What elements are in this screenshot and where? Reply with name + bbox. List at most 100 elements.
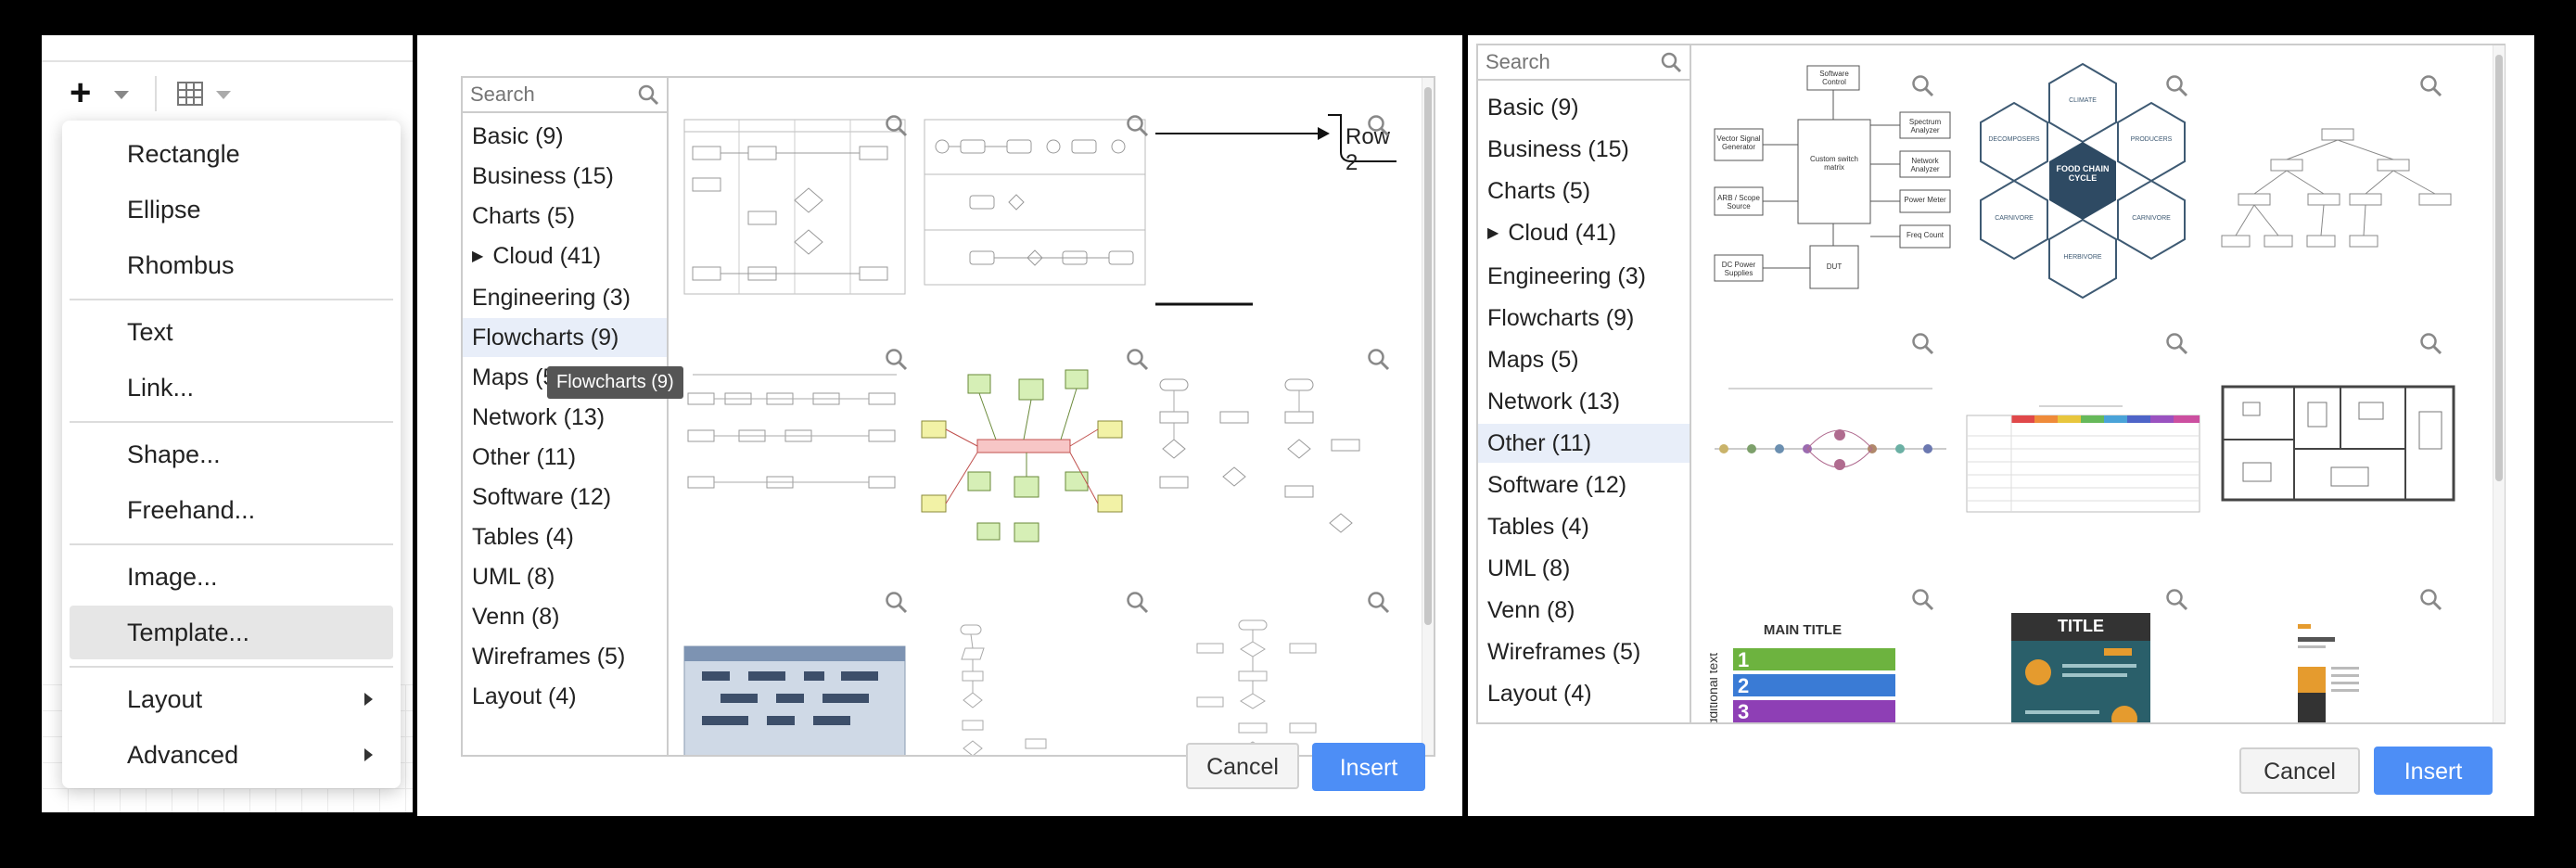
scrollbar[interactable] xyxy=(2493,45,2505,722)
zoom-icon[interactable] xyxy=(1125,347,1149,371)
menu-item-rectangle[interactable]: Rectangle xyxy=(70,127,393,181)
search-icon[interactable] xyxy=(1660,51,1682,73)
zoom-icon[interactable] xyxy=(1910,73,1934,97)
template-thumbnail[interactable] xyxy=(1183,616,1341,755)
search-input[interactable] xyxy=(463,78,635,111)
scrollbar-thumb[interactable] xyxy=(1424,87,1432,625)
search-input[interactable] xyxy=(1478,45,1657,79)
category-engineering[interactable]: Engineering (3) xyxy=(463,278,667,317)
table-icon[interactable] xyxy=(177,82,203,106)
template-thumbnail[interactable] xyxy=(683,365,906,504)
category-flowcharts[interactable]: Flowcharts (9) xyxy=(463,318,667,357)
category-other[interactable]: Other (11) xyxy=(1478,424,1690,463)
category-basic[interactable]: Basic (9) xyxy=(463,117,667,156)
template-thumbnail[interactable] xyxy=(912,356,1135,560)
category-cloud-label: Cloud (41) xyxy=(1508,220,1617,246)
template-thumbnail[interactable]: MAIN TITLE 1 2 3 additional text xyxy=(1710,620,1895,722)
template-thumbnail[interactable] xyxy=(924,119,1146,286)
category-business[interactable]: Business (15) xyxy=(463,157,667,196)
insert-menu: Rectangle Ellipse Rhombus Text Link... S… xyxy=(62,121,401,788)
scrollbar[interactable] xyxy=(1422,78,1434,755)
category-venn[interactable]: Venn (8) xyxy=(463,597,667,636)
insert-button[interactable]: Insert xyxy=(2374,747,2493,795)
template-thumbnail[interactable]: TITLE xyxy=(2011,613,2150,722)
menu-item-ellipse[interactable]: Ellipse xyxy=(70,183,393,236)
template-thumbnail[interactable] xyxy=(1965,402,2201,514)
zoom-icon[interactable] xyxy=(1366,347,1390,371)
menu-item-shape[interactable]: Shape... xyxy=(70,428,393,481)
zoom-icon[interactable] xyxy=(884,590,908,614)
expand-triangle-icon[interactable]: ▶ xyxy=(472,249,483,264)
search-icon[interactable] xyxy=(637,83,659,106)
menu-item-link[interactable]: Link... xyxy=(70,361,393,415)
category-software[interactable]: Software (12) xyxy=(1478,466,1690,504)
category-wireframes[interactable]: Wireframes (5) xyxy=(1478,632,1690,671)
category-maps[interactable]: Maps (5) xyxy=(1478,340,1690,379)
category-software[interactable]: Software (12) xyxy=(463,478,667,517)
menu-item-freehand[interactable]: Freehand... xyxy=(70,483,393,537)
zoom-icon[interactable] xyxy=(2418,587,2442,611)
zoom-icon[interactable] xyxy=(1910,587,1934,611)
template-thumbnail[interactable] xyxy=(1710,379,1951,491)
category-list: Basic (9) Business (15) Charts (5) ▶ Clou… xyxy=(1478,45,1691,722)
search-box xyxy=(463,78,667,113)
category-business[interactable]: Business (15) xyxy=(1478,130,1690,169)
category-wireframes[interactable]: Wireframes (5) xyxy=(463,637,667,676)
template-thumbnail[interactable]: FOOD CHAIN CYCLE CLIMATE PRODUCERS CARNI… xyxy=(1965,62,2201,299)
category-network[interactable]: Network (13) xyxy=(1478,382,1690,421)
template-thumbnail[interactable] xyxy=(2220,124,2461,273)
menu-item-layout[interactable]: Layout xyxy=(70,672,393,726)
menu-item-template[interactable]: Template... xyxy=(70,606,393,659)
zoom-icon[interactable] xyxy=(884,113,908,137)
template-thumbnail[interactable]: Software Control Vector Signal Generator… xyxy=(1710,62,1951,299)
template-thumbnail[interactable] xyxy=(951,620,1090,755)
menu-item-advanced[interactable]: Advanced xyxy=(70,728,393,782)
circle-icon xyxy=(2111,706,2137,722)
category-uml[interactable]: UML (8) xyxy=(1478,549,1690,588)
menu-item-text[interactable]: Text xyxy=(70,305,393,359)
category-cloud[interactable]: ▶ Cloud (41) xyxy=(463,236,667,275)
template-thumbnails: Software Control Vector Signal Generator… xyxy=(1691,45,2506,722)
insert-plus-icon[interactable]: + xyxy=(70,74,91,111)
category-charts[interactable]: Charts (5) xyxy=(463,197,667,236)
category-layout[interactable]: Layout (4) xyxy=(1478,674,1690,713)
template-thumbnail[interactable] xyxy=(683,645,906,755)
zoom-icon[interactable] xyxy=(1125,113,1149,137)
zoom-icon[interactable] xyxy=(1125,590,1149,614)
zoom-icon[interactable] xyxy=(2418,331,2442,355)
category-network[interactable]: Network (13) xyxy=(463,398,667,437)
category-basic[interactable]: Basic (9) xyxy=(1478,88,1690,127)
insert-button[interactable]: Insert xyxy=(1312,743,1425,791)
category-layout[interactable]: Layout (4) xyxy=(463,677,667,716)
template-thumbnail[interactable] xyxy=(2220,384,2456,503)
cancel-button[interactable]: Cancel xyxy=(2239,747,2360,794)
cancel-button[interactable]: Cancel xyxy=(1186,743,1299,789)
category-engineering[interactable]: Engineering (3) xyxy=(1478,257,1690,296)
category-charts[interactable]: Charts (5) xyxy=(1478,172,1690,211)
template-thumbnail[interactable] xyxy=(2294,620,2368,722)
template-thumbnail[interactable]: → Row 2 xyxy=(1155,96,1396,348)
category-other[interactable]: Other (11) xyxy=(463,438,667,477)
category-venn[interactable]: Venn (8) xyxy=(1478,591,1690,630)
zoom-icon[interactable] xyxy=(2418,73,2442,97)
zoom-icon[interactable] xyxy=(2164,331,2188,355)
template-thumbnail[interactable] xyxy=(1155,375,1378,551)
zoom-icon[interactable] xyxy=(1366,590,1390,614)
insert-dropdown-caret-icon[interactable] xyxy=(114,91,129,99)
zoom-icon[interactable] xyxy=(1366,113,1390,137)
zoom-icon[interactable] xyxy=(1910,331,1934,355)
scrollbar-thumb[interactable] xyxy=(2495,55,2503,481)
zoom-icon[interactable] xyxy=(884,347,908,371)
category-tables[interactable]: Tables (4) xyxy=(1478,507,1690,546)
menu-item-rhombus[interactable]: Rhombus xyxy=(70,238,393,292)
zoom-icon[interactable] xyxy=(2164,587,2188,611)
category-flowcharts[interactable]: Flowcharts (9) xyxy=(1478,299,1690,338)
category-tables[interactable]: Tables (4) xyxy=(463,517,667,556)
category-cloud[interactable]: ▶ Cloud (41) xyxy=(1478,213,1690,252)
menu-item-image[interactable]: Image... xyxy=(70,550,393,604)
zoom-icon[interactable] xyxy=(2164,73,2188,97)
template-thumbnail[interactable] xyxy=(683,119,906,295)
expand-triangle-icon[interactable]: ▶ xyxy=(1487,225,1498,241)
category-uml[interactable]: UML (8) xyxy=(463,557,667,596)
table-dropdown-caret-icon[interactable] xyxy=(216,91,231,99)
